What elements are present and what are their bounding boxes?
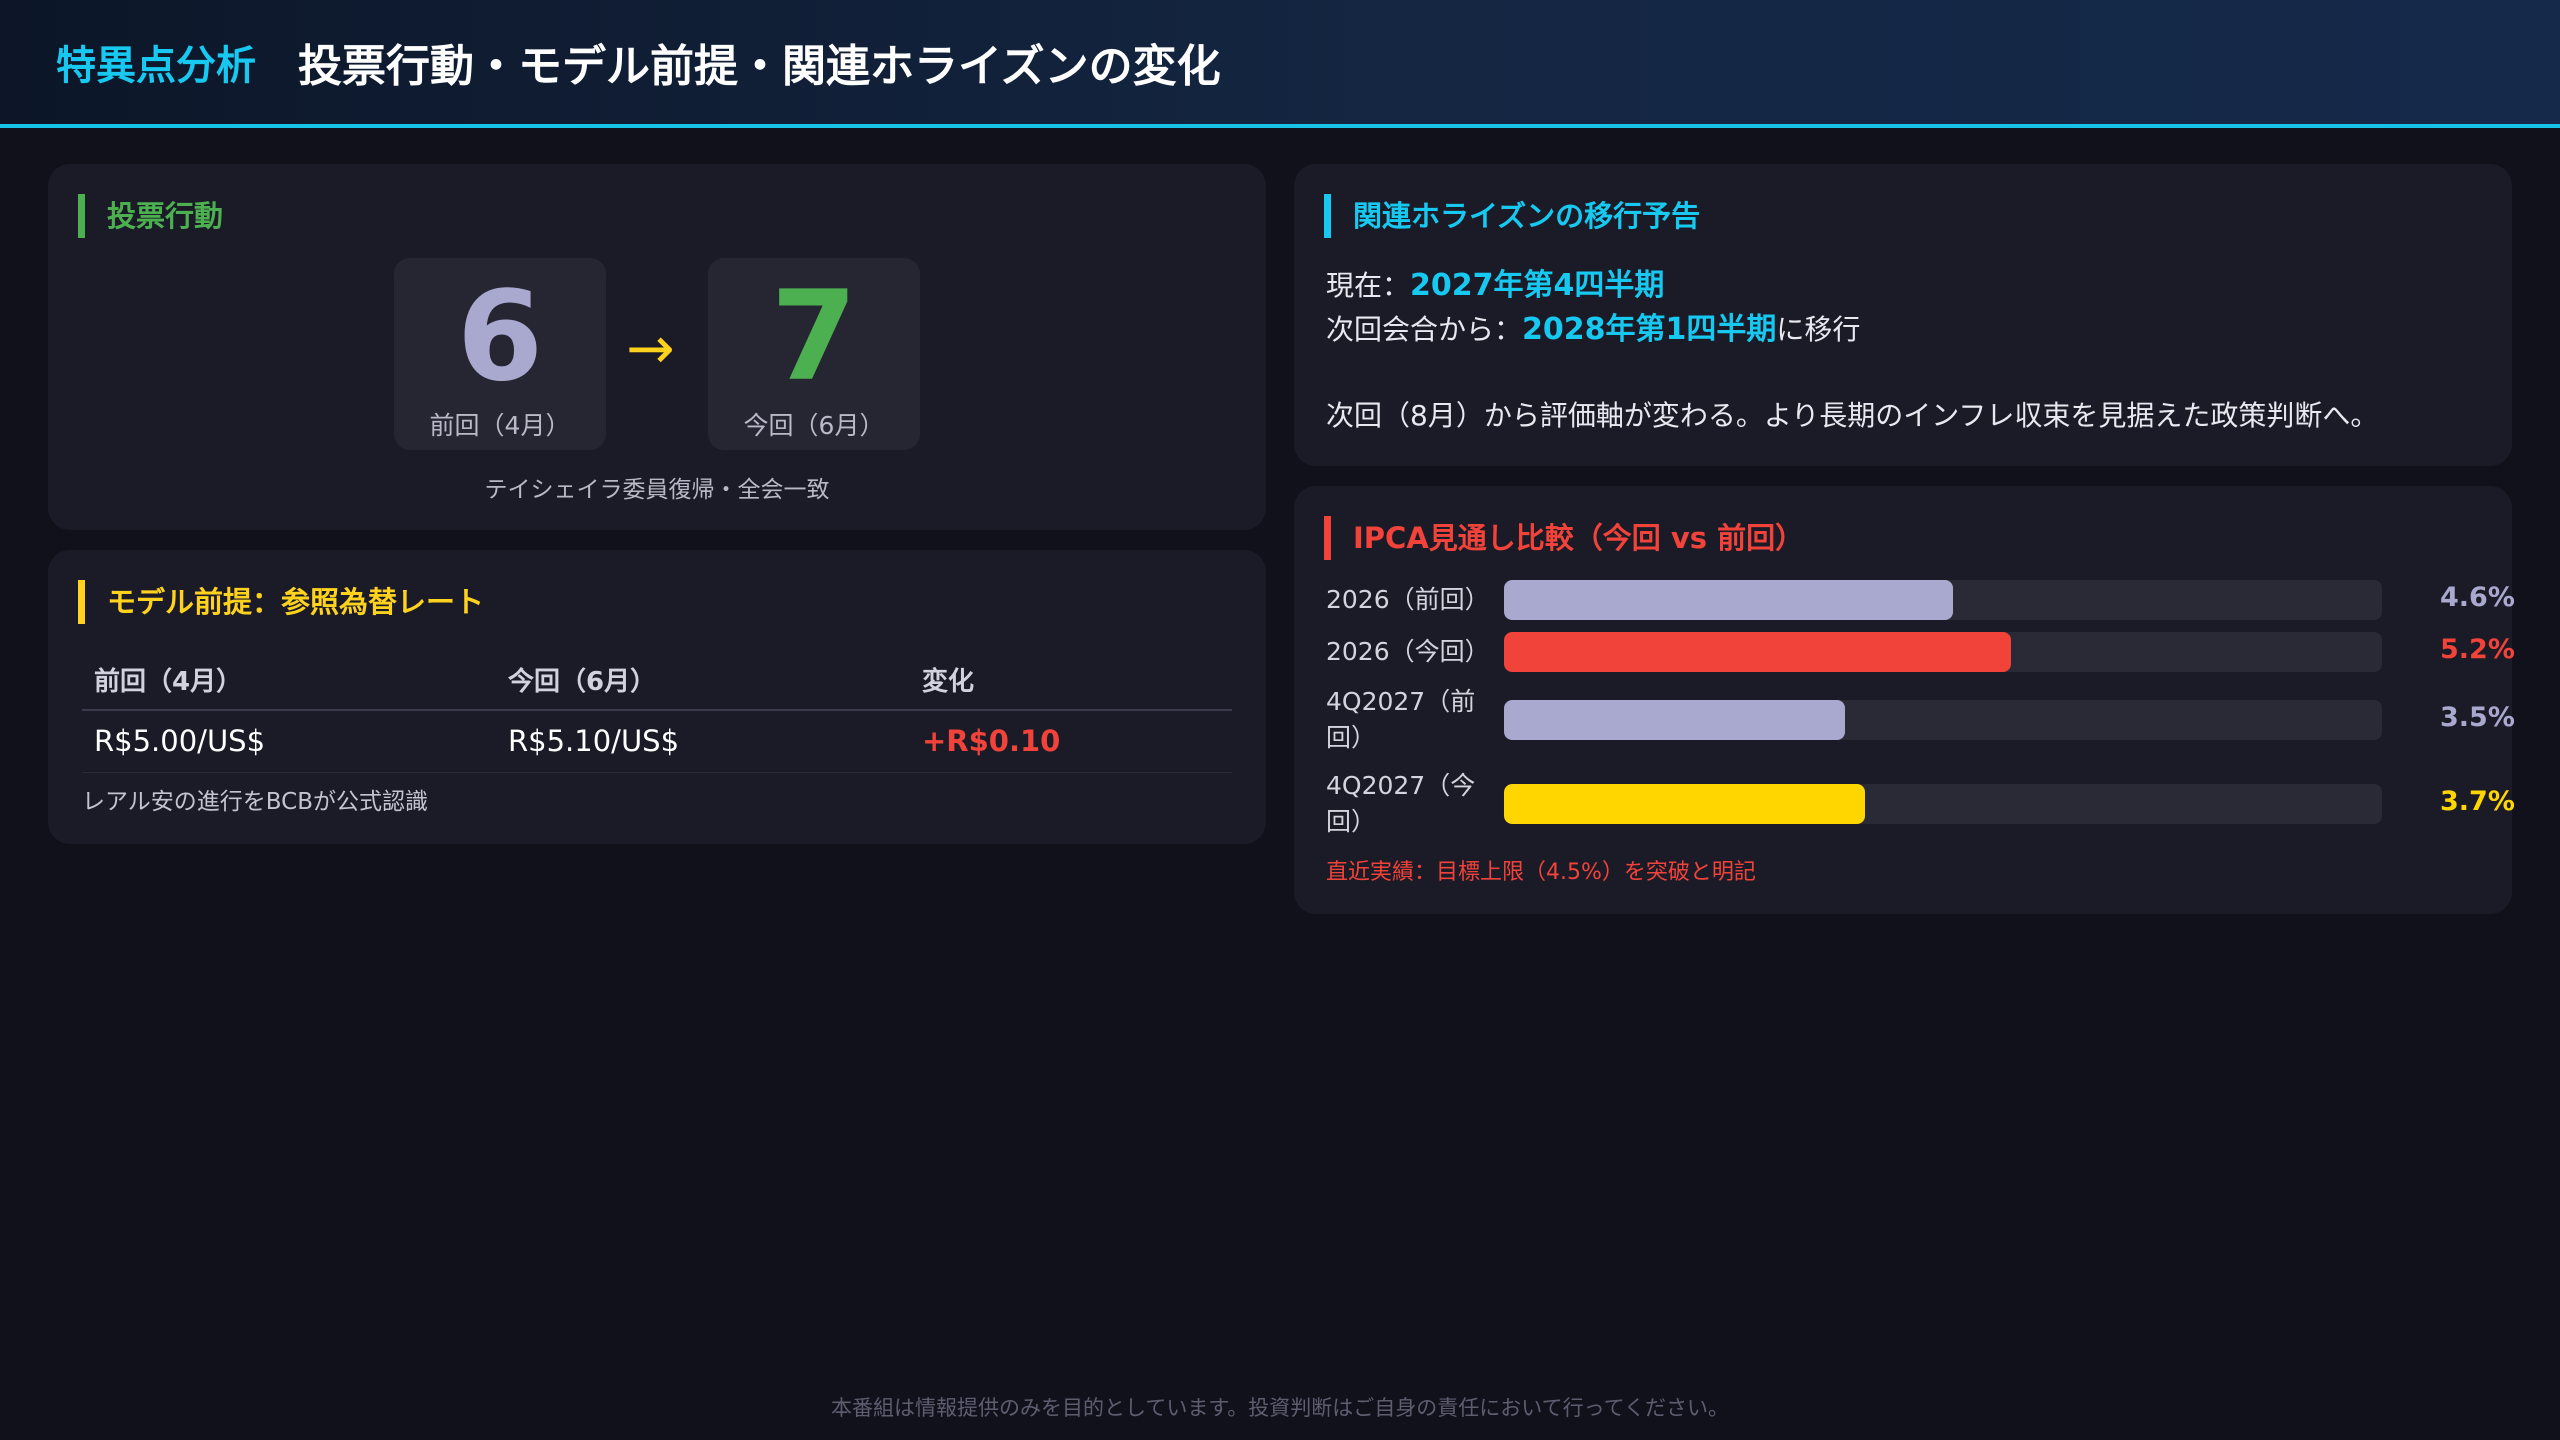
vote-curr-box: 7 今回（6月） [708, 258, 920, 450]
vote-note: テイシェイラ委員復帰・全会一致 [484, 477, 830, 503]
vote-prev-number: 6 [456, 265, 544, 409]
model-card-title: モデル前提：参照為替レート [78, 580, 484, 624]
ipca-bar-fill [1504, 580, 1953, 620]
ipca-card: IPCA見通し比較（今回 vs 前回） 2026（前回） 4.6% 2026（今… [1294, 486, 2515, 914]
table-header-change: 変化 [910, 650, 1232, 711]
table-row: R$5.00/US$ R$5.10/US$ +R$0.10 [82, 710, 1232, 773]
vote-prev-box: 6 前回（4月） [394, 258, 606, 450]
horizon-current-prefix: 現在： [1326, 269, 1411, 302]
table-header-prev: 前回（4月） [82, 650, 496, 711]
ipca-bar-label: 4Q2027（前回） [1326, 687, 1476, 752]
vote-curr-number: 7 [770, 265, 858, 409]
cell-prev-rate: R$5.00/US$ [82, 710, 496, 773]
ipca-bar-label: 2026（前回） [1326, 585, 1490, 614]
horizon-current: 現在：2027年第4四半期 [1326, 260, 1664, 304]
horizon-next: 次回会合から：2028年第1四半期に移行 [1326, 304, 1860, 348]
horizon-current-value: 2027年第4四半期 [1410, 268, 1665, 303]
header-tag: 特異点分析 [56, 43, 256, 89]
horizon-note: 次回（8月）から評価軸が変わる。より長期のインフレ収束を見据えた政策判断へ。 [1326, 399, 2379, 432]
ipca-bar-value: 5.2% [2440, 634, 2515, 665]
cell-curr-rate: R$5.10/US$ [496, 710, 910, 773]
ipca-bar-value: 3.7% [2440, 786, 2515, 817]
table-header-row: 前回（4月） 今回（6月） 変化 [82, 650, 1232, 711]
table-header-curr: 今回（6月） [496, 650, 910, 711]
ipca-bar-label: 2026（今回） [1326, 637, 1490, 666]
model-note: レアル安の進行をBCBが公式認識 [82, 789, 428, 815]
page-header: 特異点分析 投票行動・モデル前提・関連ホライズンの変化 [0, 0, 2560, 128]
model-card: モデル前提：参照為替レート 前回（4月） 今回（6月） 変化 R$5.00/US… [48, 550, 1266, 844]
ipca-card-title: IPCA見通し比較（今回 vs 前回） [1324, 516, 1804, 560]
ipca-bar-track [1504, 700, 2382, 740]
ipca-bar-label: 4Q2027（今回） [1326, 771, 1476, 836]
ipca-bar-fill [1504, 632, 2012, 672]
cell-rate-change: +R$0.10 [910, 710, 1232, 773]
horizon-card-title: 関連ホライズンの移行予告 [1324, 194, 1700, 238]
horizon-next-value: 2028年第1四半期 [1522, 312, 1777, 347]
horizon-card: 関連ホライズンの移行予告 現在：2027年第4四半期 次回会合から：2028年第… [1294, 164, 2512, 466]
disclaimer-footer: 本番組は情報提供のみを目的としています。投資判断はご自身の責任において行ってくだ… [831, 1396, 1729, 1420]
vote-card-title: 投票行動 [78, 194, 223, 238]
ipca-bar-track [1504, 580, 2382, 620]
vote-prev-label: 前回（4月） [429, 411, 571, 440]
vote-curr-label: 今回（6月） [743, 411, 885, 440]
ipca-bar-value: 4.6% [2440, 582, 2515, 613]
horizon-next-prefix: 次回会合から： [1326, 313, 1523, 346]
ipca-note: 直近実績：目標上限（4.5%）を突破と明記 [1326, 860, 1756, 885]
arrow-right-icon: → [626, 314, 675, 382]
ipca-bar-fill [1504, 784, 1865, 824]
vote-card: 投票行動 6 前回（4月） → 7 今回（6月） テイシェイラ委員復帰・全会一致 [48, 164, 1266, 530]
horizon-next-suffix: に移行 [1776, 313, 1861, 346]
page-title: 投票行動・モデル前提・関連ホライズンの変化 [298, 41, 1221, 92]
fx-rate-table: 前回（4月） 今回（6月） 変化 R$5.00/US$ R$5.10/US$ +… [82, 650, 1232, 773]
ipca-bar-fill [1504, 700, 1846, 740]
ipca-bar-value: 3.5% [2440, 702, 2515, 733]
ipca-bar-track [1504, 784, 2382, 824]
ipca-bar-track [1504, 632, 2382, 672]
